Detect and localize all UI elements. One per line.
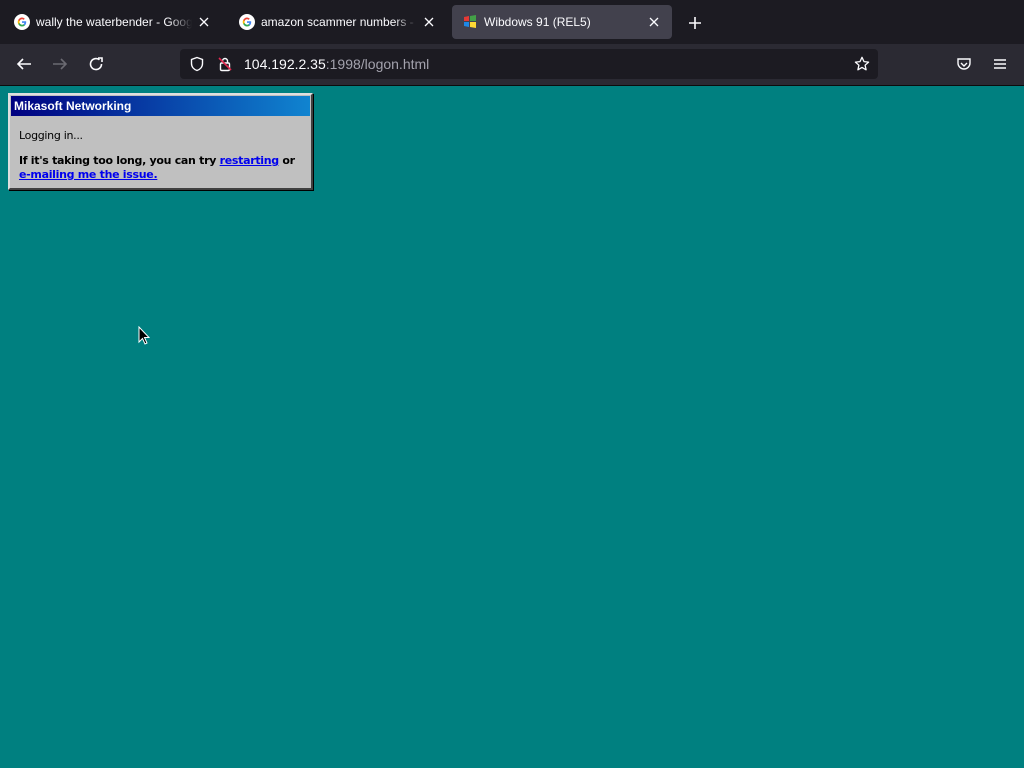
windows-logo-icon <box>464 15 476 28</box>
hamburger-menu-icon <box>994 59 1006 69</box>
help-text: If it's taking too long, you can try res… <box>19 154 295 167</box>
navigation-toolbar: 104.192.2.35:1998/logon.html <box>0 44 1024 86</box>
google-g-icon <box>239 14 255 30</box>
status-text: Logging in... <box>19 129 83 142</box>
tab-amazon-search[interactable]: amazon scammer numbers - Google Search <box>229 5 447 39</box>
help-or: or <box>278 154 295 167</box>
app-menu-button[interactable] <box>988 52 1012 76</box>
new-tab-button[interactable] <box>683 11 707 35</box>
tab-wibdows-91[interactable]: Wibdows 91 (REL5) <box>452 5 672 39</box>
google-g-icon <box>14 14 30 30</box>
forward-button[interactable] <box>48 52 72 76</box>
tracking-protection-shield-icon[interactable] <box>189 56 205 72</box>
restart-link[interactable]: restarting <box>220 154 280 167</box>
help-text-line2: e-mailing me the issue. <box>19 168 158 181</box>
email-link[interactable]: e-mailing me the issue. <box>19 168 158 181</box>
networking-dialog: Mikasoft Networking Logging in... If it'… <box>8 93 313 190</box>
back-button[interactable] <box>12 52 36 76</box>
url-text[interactable]: 104.192.2.35:1998/logon.html <box>244 55 429 73</box>
tab-wally-search[interactable]: wally the waterbender - Google Search <box>4 5 222 39</box>
forward-arrow-icon <box>53 58 68 70</box>
back-arrow-icon <box>16 58 31 70</box>
help-prefix: If it's taking too long, you can try <box>19 154 220 167</box>
insecure-lock-icon[interactable] <box>217 56 233 72</box>
mouse-pointer-icon <box>138 326 150 345</box>
tab-title: amazon scammer numbers - Google Search <box>261 15 417 29</box>
tab-title: Wibdows 91 (REL5) <box>484 15 591 29</box>
address-bar[interactable]: 104.192.2.35:1998/logon.html <box>180 49 878 79</box>
tab-strip: wally the waterbender - Google Search am… <box>0 0 1024 44</box>
close-tab-icon[interactable] <box>646 14 662 30</box>
tab-title: wally the waterbender - Google Search <box>36 15 192 29</box>
dialog-title: Mikasoft Networking <box>11 96 310 116</box>
plus-icon <box>689 17 701 29</box>
pocket-button[interactable] <box>952 52 976 76</box>
url-path: :1998/logon.html <box>325 56 430 72</box>
reload-icon <box>89 57 103 71</box>
close-tab-icon[interactable] <box>196 14 212 30</box>
pocket-icon <box>957 58 971 70</box>
close-tab-icon[interactable] <box>421 14 437 30</box>
reload-button[interactable] <box>84 52 108 76</box>
url-host: 104.192.2.35 <box>244 56 326 72</box>
bookmark-star-icon[interactable] <box>854 56 870 72</box>
